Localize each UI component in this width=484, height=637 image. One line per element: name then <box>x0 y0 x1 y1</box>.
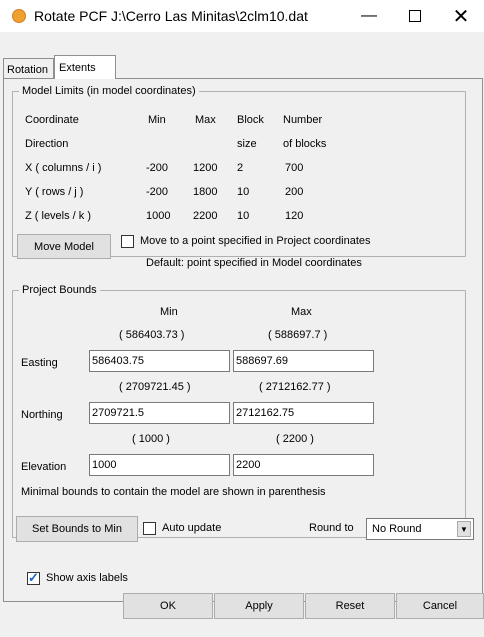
move-to-point-checkbox[interactable] <box>121 235 134 248</box>
row-x-direction: X ( columns / i ) <box>25 162 102 174</box>
row-x-min: -200 <box>146 162 169 174</box>
row-z-min: 1000 <box>146 210 171 222</box>
move-model-label: Move Model <box>34 240 94 253</box>
elevation-min-hint: ( 1000 ) <box>132 433 170 445</box>
row-z-block-size: 10 <box>237 210 250 222</box>
northing-min-hint: ( 2709721.45 ) <box>119 381 191 393</box>
easting-min-hint: ( 586403.73 ) <box>119 329 185 341</box>
show-axis-labels-label: Show axis labels <box>46 572 128 584</box>
row-y-min: -200 <box>146 186 169 198</box>
row-y-block-size: 10 <box>237 186 250 198</box>
easting-max-hint: ( 588697.7 ) <box>268 329 328 341</box>
easting-label: Easting <box>21 357 58 369</box>
elevation-label: Elevation <box>21 461 67 473</box>
move-to-point-label: Move to a point specified in Project coo… <box>140 235 371 247</box>
easting-min-field[interactable]: 586403.75 <box>89 350 230 372</box>
row-x-max: 1200 <box>193 162 218 174</box>
row-y-max: 1800 <box>193 186 218 198</box>
header-direction: Direction <box>25 138 69 150</box>
minimize-icon: — <box>361 7 377 24</box>
reset-label: Reset <box>335 600 365 612</box>
row-x-block-size: 2 <box>237 162 244 174</box>
reset-button[interactable]: Reset <box>305 593 395 619</box>
maximize-icon <box>409 10 421 22</box>
tab-extents[interactable]: Extents <box>54 55 116 79</box>
bounds-note: Minimal bounds to contain the model are … <box>21 486 326 498</box>
project-bounds-legend: Project Bounds <box>22 284 97 296</box>
northing-max-hint: ( 2712162.77 ) <box>259 381 331 393</box>
bounds-max-header: Max <box>291 306 312 318</box>
easting-max-field[interactable]: 588697.69 <box>233 350 374 372</box>
maximize-button[interactable] <box>392 0 438 32</box>
move-model-button[interactable]: Move Model <box>17 234 111 259</box>
row-z-max: 2200 <box>193 210 218 222</box>
cancel-button[interactable]: Cancel <box>396 593 484 619</box>
row-z-num-blocks: 120 <box>285 210 304 222</box>
header-coordinate: Coordinate <box>25 114 79 126</box>
close-icon: ✕ <box>452 5 470 28</box>
elevation-min-field[interactable]: 1000 <box>89 454 230 476</box>
set-bounds-label: Set Bounds to Min <box>32 523 122 535</box>
row-z-direction: Z ( levels / k ) <box>25 210 92 222</box>
minimize-button[interactable]: — <box>346 0 392 32</box>
header-block: Block <box>237 114 264 126</box>
header-min: Min <box>148 114 166 126</box>
bounds-min-header: Min <box>160 306 178 318</box>
show-axis-labels-checkbox[interactable] <box>27 570 40 586</box>
header-block-size: size <box>237 138 257 150</box>
title-bar: Rotate PCF J:\Cerro Las Minitas\2clm10.d… <box>0 0 484 32</box>
tab-extents-label: Extents <box>59 62 96 74</box>
default-note: Default: point specified in Model coordi… <box>146 257 362 269</box>
auto-update-checkbox[interactable] <box>143 522 156 535</box>
northing-min-field[interactable]: 2709721.5 <box>89 402 230 424</box>
round-to-value: No Round <box>372 523 422 535</box>
row-x-num-blocks: 700 <box>285 162 304 174</box>
app-icon <box>12 9 26 23</box>
header-number: Number <box>283 114 323 126</box>
header-of-blocks: of blocks <box>283 138 327 150</box>
set-bounds-to-min-button[interactable]: Set Bounds to Min <box>16 516 138 542</box>
elevation-max-hint: ( 2200 ) <box>276 433 314 445</box>
window-title: Rotate PCF J:\Cerro Las Minitas\2clm10.d… <box>34 8 308 24</box>
ok-label: OK <box>160 600 176 612</box>
northing-max-field[interactable]: 2712162.75 <box>233 402 374 424</box>
tab-rotation-label: Rotation <box>7 64 48 76</box>
apply-label: Apply <box>245 600 273 612</box>
model-limits-legend: Model Limits (in model coordinates) <box>22 85 196 97</box>
dialog-body: Rotation Extents Model Limits (in model … <box>0 32 484 637</box>
tab-rotation[interactable]: Rotation <box>3 58 54 78</box>
elevation-max-field[interactable]: 2200 <box>233 454 374 476</box>
ok-button[interactable]: OK <box>123 593 213 619</box>
dropdown-arrow-icon[interactable]: ▼ <box>457 521 471 537</box>
header-max: Max <box>195 114 216 126</box>
row-y-num-blocks: 200 <box>285 186 304 198</box>
northing-label: Northing <box>21 409 63 421</box>
row-y-direction: Y ( rows / j ) <box>25 186 84 198</box>
round-to-label: Round to <box>309 522 354 534</box>
apply-button[interactable]: Apply <box>214 593 304 619</box>
auto-update-label: Auto update <box>162 522 222 534</box>
cancel-label: Cancel <box>422 600 458 612</box>
close-button[interactable]: ✕ <box>438 0 484 32</box>
round-to-select[interactable]: No Round ▼ <box>366 518 474 540</box>
